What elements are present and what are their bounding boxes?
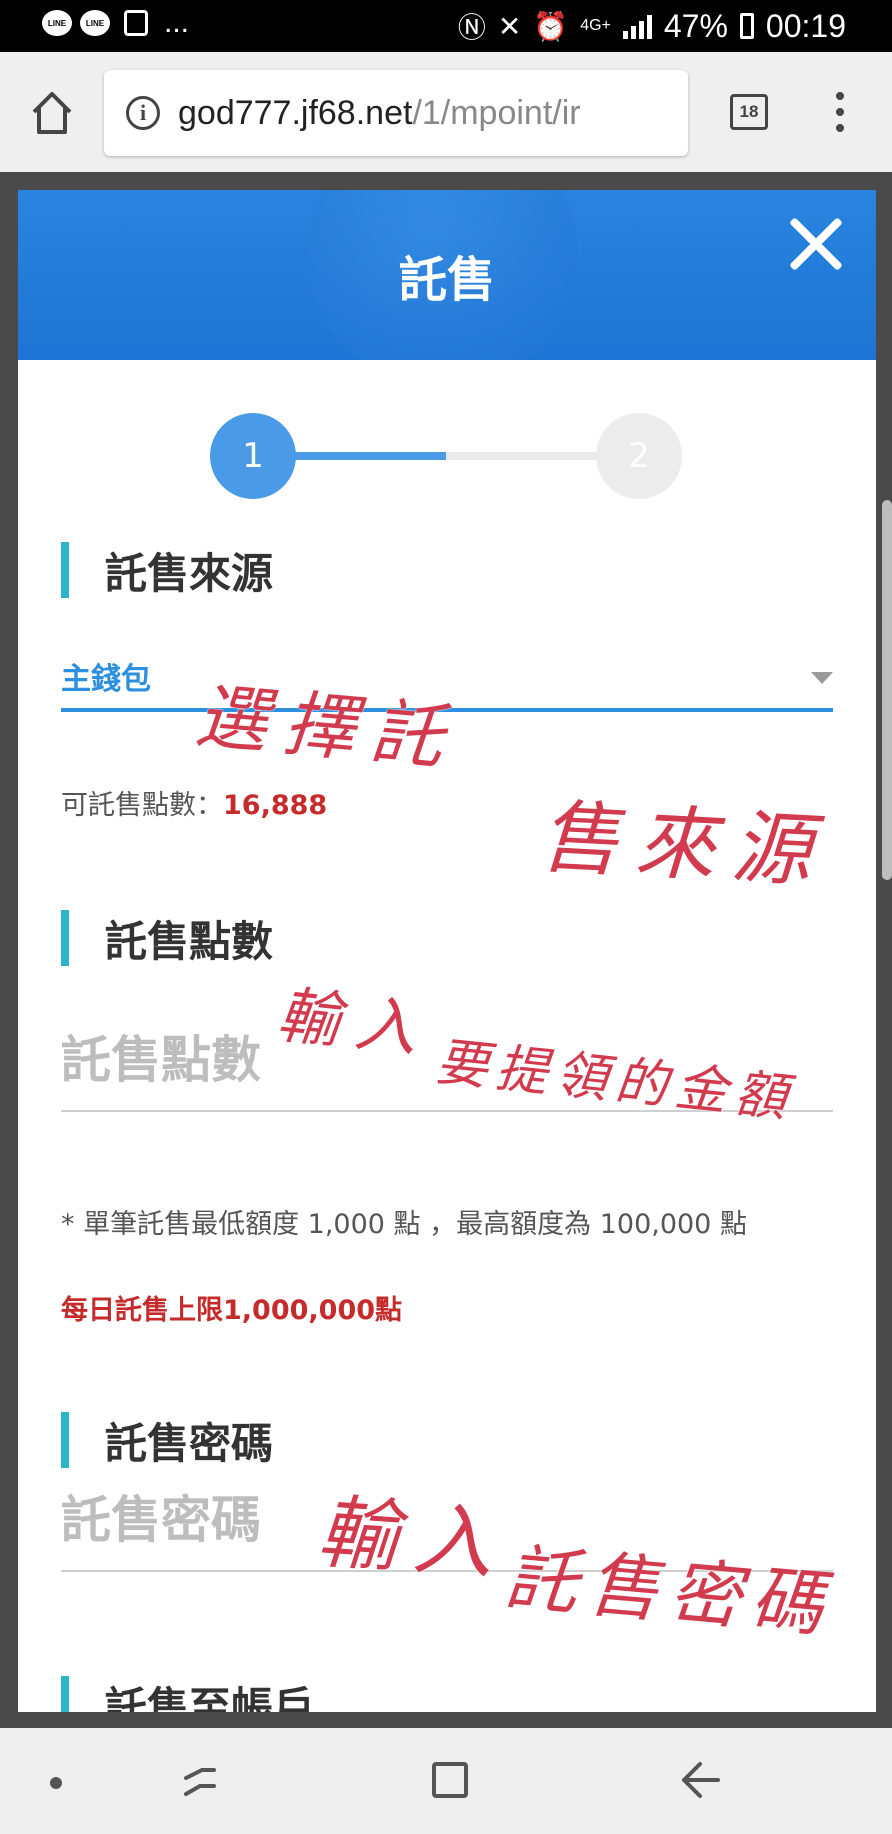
status-right: Ⓝ ✕ ⏰ 4G+ 47% 00:19 <box>458 6 846 46</box>
browser-toolbar: i god777.jf68.net/1/mpoint/ir 18 <box>0 52 892 172</box>
alarm-icon: ⏰ <box>533 10 569 42</box>
clock: 00:19 <box>765 7 846 44</box>
account-title-text: 託售至帳戶 <box>105 1682 316 1713</box>
chevron-down-icon <box>811 672 833 684</box>
nfc-icon: Ⓝ <box>457 12 486 43</box>
system-nav-bar <box>0 1728 892 1834</box>
back-arrow-icon[interactable] <box>680 1758 720 1802</box>
points-section-title: 託售點數 <box>61 910 273 966</box>
source-section-title: 託售來源 <box>61 542 273 598</box>
signal-icon <box>622 13 652 39</box>
status-bar: LINE LINE ... Ⓝ ✕ ⏰ 4G+ 47% 00:19 <box>0 0 892 52</box>
section-accent-bar <box>61 910 69 966</box>
annotation-enter-amount-1: 輸入 <box>274 978 437 1067</box>
modal-title: 託售 <box>398 252 495 308</box>
step-1: 1 <box>210 413 296 499</box>
url-path: /1/mpoint/ir <box>412 93 581 132</box>
annotation-enter-password-1: 輸入 <box>314 1485 513 1592</box>
password-title-text: 託售密碼 <box>105 1418 274 1468</box>
url-host: god777.jf68.net <box>178 93 413 132</box>
more-notifications: ... <box>164 6 190 39</box>
url-text[interactable]: god777.jf68.net/1/mpoint/ir <box>178 94 581 133</box>
password-section-title: 託售密碼 <box>61 1412 273 1468</box>
step-2: 2 <box>596 413 682 499</box>
annotation-select-source-2: 售來源 <box>537 790 830 899</box>
recent-apps-icon[interactable] <box>180 1764 220 1800</box>
points-range-note: * 單筆託售最低額度 1,000 點 ，最高額度為 100,000 點 <box>61 1209 747 1240</box>
available-value: 16,888 <box>223 790 328 821</box>
section-accent-bar <box>61 1676 69 1712</box>
account-section-title: 託售至帳戶 <box>61 1676 315 1712</box>
overflow-menu-icon[interactable] <box>834 92 846 136</box>
line-notification-icon: LINE <box>42 10 72 36</box>
section-accent-bar <box>61 1412 69 1468</box>
home-button-icon[interactable] <box>432 1762 468 1798</box>
daily-limit-note: 每日託售上限1,000,000點 <box>61 1295 403 1326</box>
info-icon[interactable]: i <box>126 96 160 130</box>
points-title-text: 託售點數 <box>105 916 274 966</box>
source-title-text: 託售來源 <box>105 548 274 598</box>
line-notification-icon: LINE <box>80 10 110 36</box>
source-selected-value: 主錢包 <box>61 662 151 697</box>
status-left: LINE LINE ... <box>42 6 190 39</box>
section-accent-bar <box>61 542 69 598</box>
home-icon[interactable] <box>30 88 74 136</box>
mute-icon: ✕ <box>497 10 522 42</box>
close-icon[interactable] <box>786 214 846 274</box>
tab-switcher-button[interactable]: 18 <box>730 94 768 130</box>
modal-header: 託售 <box>18 190 876 360</box>
battery-icon <box>739 13 754 39</box>
address-bar[interactable]: i god777.jf68.net/1/mpoint/ir <box>104 70 688 156</box>
battery-percent: 47% <box>663 7 728 44</box>
page-scrollbar[interactable] <box>882 500 892 880</box>
nav-dot-icon[interactable] <box>50 1777 62 1789</box>
available-label: 可託售點數： <box>61 790 223 821</box>
available-points: 可託售點數：16,888 <box>61 783 327 822</box>
network-type: 4G+ <box>580 17 611 34</box>
shopping-bag-icon <box>124 10 148 36</box>
